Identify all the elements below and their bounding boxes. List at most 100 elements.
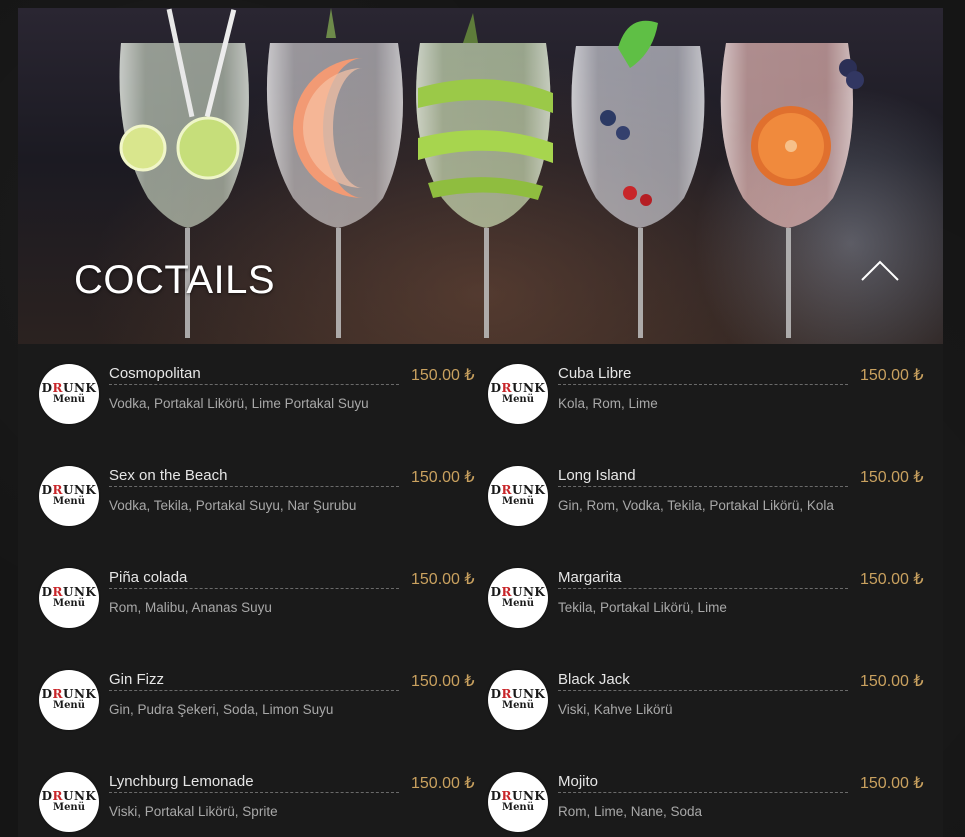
menu-page: COCTAILS DRUNK Menü Cosmopolitan 150.00 … <box>0 0 965 837</box>
glass-grapefruit <box>266 8 403 338</box>
item-price: 150.00 ₺ <box>860 673 924 690</box>
item-price: 150.00 ₺ <box>411 673 475 690</box>
logo-text: UNK <box>512 483 546 497</box>
item-description: Gin, Pudra Şekeri, Soda, Limon Suyu <box>109 702 334 717</box>
drunk-menu-logo: DRUNK Menü <box>39 466 99 526</box>
menu-item[interactable]: DRUNK Menü Black Jack 150.00 ₺ Viski, Ka… <box>467 650 924 730</box>
logo-text: D <box>490 789 502 803</box>
logo-text: D <box>41 585 53 599</box>
item-name: Sex on the Beach <box>109 467 399 487</box>
logo-text: Menü <box>502 598 534 609</box>
item-name: Cosmopolitan <box>109 365 399 385</box>
logo-text: Menü <box>502 700 534 711</box>
logo-text: UNK <box>63 483 97 497</box>
logo-text: R <box>52 789 63 803</box>
logo-text: R <box>52 381 63 395</box>
item-name: Cuba Libre <box>558 365 848 385</box>
logo-text: Menü <box>502 496 534 507</box>
logo-text: D <box>41 687 53 701</box>
menu-item[interactable]: DRUNK Menü Long Island 150.00 ₺ Gin, Rom… <box>467 446 924 526</box>
logo-text: UNK <box>63 789 97 803</box>
drunk-menu-logo: DRUNK Menü <box>488 466 548 526</box>
logo-text: UNK <box>512 789 546 803</box>
item-description: Tekila, Portakal Likörü, Lime <box>558 600 727 615</box>
logo-text: D <box>41 483 53 497</box>
menu-item[interactable]: DRUNK Menü Gin Fizz 150.00 ₺ Gin, Pudra … <box>18 650 475 730</box>
logo-text: UNK <box>63 687 97 701</box>
item-price: 150.00 ₺ <box>411 571 475 588</box>
logo-text: UNK <box>63 585 97 599</box>
menu-item[interactable]: DRUNK Menü Margarita 150.00 ₺ Tekila, Po… <box>467 548 924 628</box>
item-price: 150.00 ₺ <box>860 469 924 486</box>
glass-orange <box>720 43 864 338</box>
logo-text: D <box>490 687 502 701</box>
logo-text: Menü <box>53 598 85 609</box>
logo-text: Menü <box>502 394 534 405</box>
logo-text: Menü <box>53 496 85 507</box>
item-name: Long Island <box>558 467 848 487</box>
drunk-menu-logo: DRUNK Menü <box>488 364 548 424</box>
item-description: Vodka, Tekila, Portakal Suyu, Nar Şurubu <box>109 498 357 513</box>
item-description: Rom, Lime, Nane, Soda <box>558 804 703 819</box>
chevron-up-icon <box>861 260 899 281</box>
item-price: 150.00 ₺ <box>860 775 924 792</box>
logo-text: UNK <box>512 585 546 599</box>
item-description: Vodka, Portakal Likörü, Lime Portakal Su… <box>109 396 369 411</box>
logo-text: R <box>501 687 512 701</box>
item-description: Viski, Kahve Likörü <box>558 702 673 717</box>
logo-text: D <box>490 381 502 395</box>
drunk-menu-logo: DRUNK Menü <box>39 568 99 628</box>
menu-item[interactable]: DRUNK Menü Cuba Libre 150.00 ₺ Kola, Rom… <box>467 344 924 424</box>
logo-text: D <box>41 381 53 395</box>
item-price: 150.00 ₺ <box>411 775 475 792</box>
hero-banner: COCTAILS <box>18 8 943 344</box>
logo-text: R <box>52 483 63 497</box>
menu-item[interactable]: DRUNK Menü Cosmopolitan 150.00 ₺ Vodka, … <box>18 344 475 424</box>
glass-cucumber <box>416 13 553 338</box>
item-description: Kola, Rom, Lime <box>558 396 658 411</box>
glass-berry <box>571 20 705 338</box>
logo-text: D <box>41 789 53 803</box>
logo-text: R <box>501 789 512 803</box>
menu-list: DRUNK Menü Cosmopolitan 150.00 ₺ Vodka, … <box>18 344 943 837</box>
menu-item[interactable]: DRUNK Menü Mojito 150.00 ₺ Rom, Lime, Na… <box>467 752 924 832</box>
item-name: Margarita <box>558 569 848 589</box>
menu-item[interactable]: DRUNK Menü Piña colada 150.00 ₺ Rom, Mal… <box>18 548 475 628</box>
menu-item[interactable]: DRUNK Menü Sex on the Beach 150.00 ₺ Vod… <box>18 446 475 526</box>
logo-text: Menü <box>53 700 85 711</box>
item-name: Gin Fizz <box>109 671 399 691</box>
logo-text: R <box>501 585 512 599</box>
logo-text: D <box>490 483 502 497</box>
item-description: Gin, Rom, Vodka, Tekila, Portakal Likörü… <box>558 498 834 513</box>
drunk-menu-logo: DRUNK Menü <box>39 670 99 730</box>
logo-text: Menü <box>53 802 85 813</box>
logo-text: D <box>490 585 502 599</box>
logo-text: UNK <box>512 687 546 701</box>
logo-text: Menü <box>502 802 534 813</box>
drunk-menu-logo: DRUNK Menü <box>488 568 548 628</box>
item-price: 150.00 ₺ <box>860 367 924 384</box>
logo-text: R <box>52 687 63 701</box>
drunk-menu-logo: DRUNK Menü <box>39 772 99 832</box>
menu-item[interactable]: DRUNK Menü Lynchburg Lemonade 150.00 ₺ V… <box>18 752 475 832</box>
item-description: Rom, Malibu, Ananas Suyu <box>109 600 272 615</box>
item-price: 150.00 ₺ <box>860 571 924 588</box>
item-name: Mojito <box>558 773 848 793</box>
item-price: 150.00 ₺ <box>411 367 475 384</box>
logo-text: R <box>501 483 512 497</box>
scroll-up-button[interactable] <box>860 256 900 284</box>
drunk-menu-logo: DRUNK Menü <box>39 364 99 424</box>
drunk-menu-logo: DRUNK Menü <box>488 772 548 832</box>
item-name: Black Jack <box>558 671 848 691</box>
logo-text: Menü <box>53 394 85 405</box>
item-name: Lynchburg Lemonade <box>109 773 399 793</box>
logo-text: R <box>501 381 512 395</box>
section-title: COCTAILS <box>74 258 276 302</box>
item-price: 150.00 ₺ <box>411 469 475 486</box>
drunk-menu-logo: DRUNK Menü <box>488 670 548 730</box>
logo-text: UNK <box>512 381 546 395</box>
item-description: Viski, Portakal Likörü, Sprite <box>109 804 278 819</box>
logo-text: R <box>52 585 63 599</box>
logo-text: UNK <box>63 381 97 395</box>
item-name: Piña colada <box>109 569 399 589</box>
